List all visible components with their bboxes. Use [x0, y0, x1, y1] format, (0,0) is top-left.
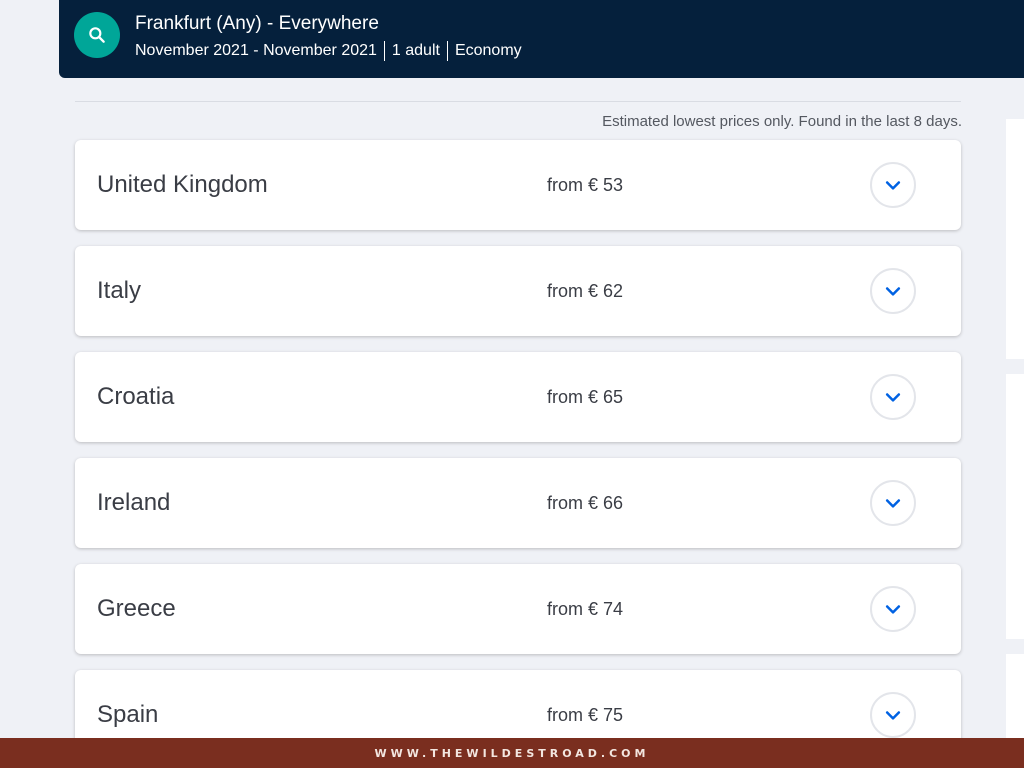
- search-summary: Frankfurt (Any) - Everywhere November 20…: [135, 12, 522, 62]
- expand-button[interactable]: [870, 586, 916, 632]
- result-card[interactable]: Greece from € 74: [75, 564, 961, 654]
- route-text: Frankfurt (Any) - Everywhere: [135, 13, 379, 34]
- side-panel: [1006, 374, 1024, 639]
- price-from: from € 62: [547, 280, 624, 301]
- cabin-class: Economy: [454, 42, 522, 59]
- expand-button[interactable]: [870, 480, 916, 526]
- meta-separator: [383, 41, 385, 61]
- expand-button[interactable]: [870, 268, 916, 314]
- price-from: from € 53: [547, 174, 624, 195]
- chevron-down-icon: [885, 605, 901, 614]
- price-from: from € 65: [547, 386, 624, 407]
- page: Frankfurt (Any) - Everywhere November 20…: [0, 0, 1024, 768]
- meta-separator: [446, 41, 448, 61]
- country-name: Italy: [97, 277, 142, 304]
- result-card[interactable]: Croatia from € 65: [75, 352, 961, 442]
- watermark-text: WWW.THEWILDESTROAD.COM: [374, 746, 650, 760]
- result-card[interactable]: United Kingdom from € 53: [75, 140, 961, 230]
- chevron-down-icon: [885, 181, 901, 190]
- expand-button[interactable]: [870, 692, 916, 738]
- country-name: Ireland: [97, 489, 171, 516]
- travellers: 1 adult: [391, 42, 440, 59]
- price-disclaimer: Estimated lowest prices only. Found in t…: [602, 113, 962, 130]
- chevron-down-icon: [885, 711, 901, 720]
- search-summary-bar[interactable]: Frankfurt (Any) - Everywhere November 20…: [59, 0, 1024, 78]
- result-card[interactable]: Ireland from € 66: [75, 458, 961, 548]
- search-button[interactable]: [74, 12, 120, 58]
- side-panel: [1006, 119, 1024, 359]
- country-name: Croatia: [97, 383, 175, 410]
- chevron-down-icon: [885, 393, 901, 402]
- result-card[interactable]: Italy from € 62: [75, 246, 961, 336]
- watermark-banner: WWW.THEWILDESTROAD.COM: [0, 738, 1024, 768]
- travel-dates: November 2021 - November 2021: [135, 42, 377, 59]
- side-panel: [1006, 654, 1024, 738]
- expand-button[interactable]: [870, 374, 916, 420]
- price-from: from € 66: [547, 492, 624, 513]
- price-from: from € 74: [547, 598, 624, 619]
- chevron-down-icon: [885, 499, 901, 508]
- divider: [75, 101, 961, 102]
- country-name: United Kingdom: [97, 171, 268, 198]
- search-details: November 2021 - November 2021 1 adult Ec…: [135, 40, 522, 62]
- expand-button[interactable]: [870, 162, 916, 208]
- chevron-down-icon: [885, 287, 901, 296]
- country-name: Greece: [97, 595, 176, 622]
- search-icon: [89, 27, 105, 43]
